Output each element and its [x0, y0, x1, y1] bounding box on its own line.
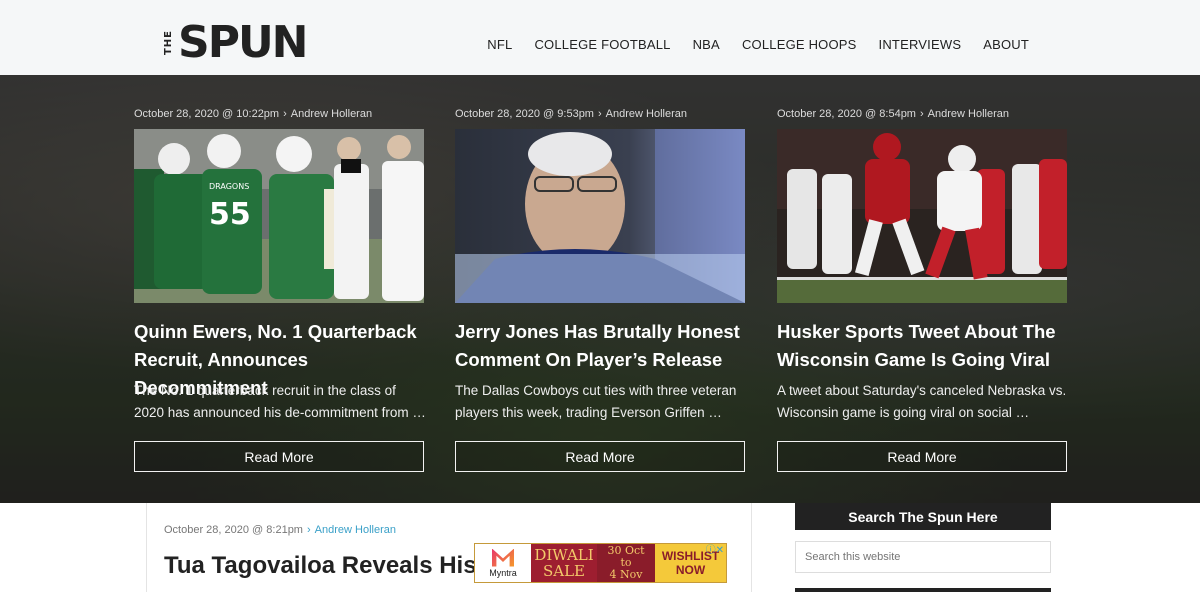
- post-excerpt: The No. 1 quarterback recruit in the cla…: [134, 383, 426, 420]
- ad-headline-line1: DIWALI: [534, 546, 594, 564]
- post-date: October 28, 2020 @ 9:53pm: [455, 108, 594, 120]
- ad-cta[interactable]: ⓘ✕ WISHLIST NOW: [655, 544, 726, 582]
- featured-hero: October 28, 2020 @ 10:22pm › Andrew Holler…: [0, 75, 1200, 503]
- post-title[interactable]: Husker Sports Tweet About The Wisconsin …: [777, 318, 1067, 374]
- meta-separator: ›: [306, 524, 311, 536]
- site-header: THE SPUN NFL COLLEGE FOOTBALL NBA COLLEG…: [0, 0, 1200, 75]
- search-input[interactable]: [795, 541, 1051, 573]
- main-nav: NFL COLLEGE FOOTBALL NBA COLLEGE HOOPS I…: [487, 37, 1029, 52]
- ad-date-line3: 4 Nov: [609, 568, 643, 581]
- nav-college-football[interactable]: COLLEGE FOOTBALL: [534, 37, 670, 52]
- post-date: October 28, 2020 @ 8:21pm: [164, 524, 303, 536]
- logo-spun: SPUN: [178, 17, 308, 68]
- nav-nba[interactable]: NBA: [693, 37, 720, 52]
- site-logo[interactable]: THE SPUN: [162, 17, 308, 68]
- jersey-number: 55: [209, 197, 251, 232]
- post-date: October 28, 2020 @ 8:54pm: [777, 108, 916, 120]
- read-more-button[interactable]: Read More: [134, 441, 424, 472]
- nav-interviews[interactable]: INTERVIEWS: [879, 37, 962, 52]
- ad-cta-line2: NOW: [675, 563, 706, 577]
- ad-dates: 30 Oct to 4 Nov: [597, 544, 655, 582]
- post-author[interactable]: Andrew Holleran: [928, 108, 1009, 120]
- meta-separator: ›: [597, 108, 602, 120]
- post-thumbnail-husker-game[interactable]: [777, 129, 1067, 303]
- post-excerpt: The Dallas Cowboys cut ties with three v…: [455, 383, 737, 420]
- myntra-logo-icon: [492, 548, 514, 567]
- ad-brand-name: Myntra: [489, 567, 517, 578]
- post-date: October 28, 2020 @ 10:22pm: [134, 108, 280, 120]
- read-more-button[interactable]: Read More: [777, 441, 1067, 472]
- ad-headline: DIWALI SALE: [531, 544, 597, 582]
- post-meta: October 28, 2020 @ 8:54pm › Andrew Hollera…: [777, 108, 1009, 120]
- sidebar-search-title: Search The Spun Here: [795, 503, 1051, 530]
- post-meta: October 28, 2020 @ 9:53pm › Andrew Hollera…: [455, 108, 687, 120]
- meta-separator: ›: [283, 108, 287, 120]
- post-title[interactable]: Jerry Jones Has Brutally Honest Comment …: [455, 318, 745, 374]
- advertisement-banner[interactable]: Myntra DIWALI SALE 30 Oct to 4 Nov ⓘ✕ WI…: [474, 543, 727, 583]
- meta-separator: ›: [919, 108, 924, 120]
- jersey-team: DRAGONS: [209, 182, 249, 191]
- post-author[interactable]: Andrew Holleran: [315, 524, 396, 536]
- read-more-button[interactable]: Read More: [455, 441, 745, 472]
- sidebar-widget-header: [795, 588, 1051, 592]
- nav-about[interactable]: ABOUT: [983, 37, 1029, 52]
- post-author[interactable]: Andrew Holleran: [606, 108, 687, 120]
- nav-nfl[interactable]: NFL: [487, 37, 512, 52]
- ad-close-icon[interactable]: ⓘ✕: [706, 544, 724, 558]
- post-meta: October 28, 2020 @ 10:22pm › Andrew Holler…: [134, 108, 372, 120]
- ad-headline-line2: SALE: [542, 562, 586, 580]
- logo-the: THE: [163, 30, 174, 56]
- post-thumbnail-football-players[interactable]: 55 DRAGONS: [134, 129, 424, 303]
- post-title[interactable]: Tua Tagovailoa Reveals His Le: [164, 550, 511, 582]
- post-meta: October 28, 2020 @ 8:21pm › Andrew Hollera…: [164, 524, 396, 536]
- post-author[interactable]: Andrew Holleran: [291, 108, 372, 120]
- post-excerpt: A tweet about Saturday's canceled Nebras…: [777, 383, 1067, 420]
- nav-college-hoops[interactable]: COLLEGE HOOPS: [742, 37, 857, 52]
- ad-brand: Myntra: [475, 544, 531, 582]
- post-thumbnail-jerry-jones[interactable]: [455, 129, 745, 303]
